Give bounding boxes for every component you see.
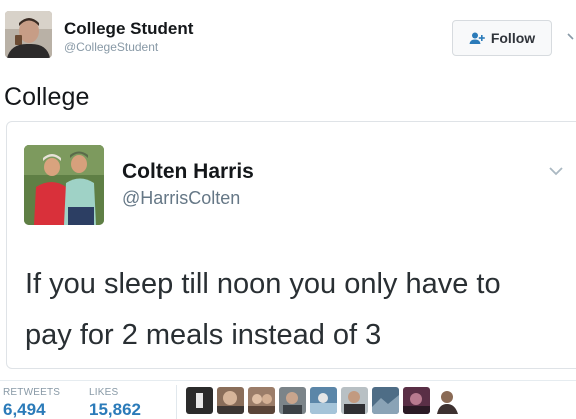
follow-button[interactable]: Follow — [452, 20, 552, 56]
tweet-embed: College Student @CollegeStudent Follow C… — [0, 0, 576, 419]
liker-avatar[interactable] — [403, 387, 430, 414]
likes-count: 15,862 — [89, 400, 141, 419]
quoted-author-handle[interactable]: @HarrisColten — [122, 188, 240, 209]
follow-label: Follow — [490, 30, 536, 46]
liker-avatar[interactable] — [248, 387, 275, 414]
chevron-down-icon[interactable] — [566, 30, 576, 44]
stats-divider — [176, 385, 177, 419]
liker-avatar[interactable] — [310, 387, 337, 414]
liker-avatar[interactable] — [279, 387, 306, 414]
liker-avatar[interactable] — [186, 387, 213, 414]
retweets-label: RETWEETS — [3, 387, 61, 398]
quoted-author-avatar[interactable] — [24, 145, 104, 225]
tweet-text: College — [4, 83, 90, 111]
author-avatar[interactable] — [5, 11, 52, 58]
liker-avatar[interactable] — [341, 387, 368, 414]
liker-avatar[interactable] — [372, 387, 399, 414]
add-user-icon — [469, 32, 485, 44]
quoted-author-name[interactable]: Colten Harris — [122, 160, 254, 184]
chevron-down-icon[interactable] — [548, 165, 564, 177]
liker-avatar[interactable] — [217, 387, 244, 414]
liker-avatar[interactable] — [434, 387, 461, 414]
retweets-count: 6,494 — [3, 400, 46, 419]
person-photo-icon — [5, 11, 52, 58]
quoted-tweet-text: If you sleep till noon you only have to … — [25, 259, 565, 361]
quoted-tweet-line: If you sleep till noon you only have to — [25, 268, 501, 300]
tweet-stats: RETWEETS 6,494 LIKES 15,862 — [0, 380, 576, 419]
author-handle[interactable]: @CollegeStudent — [64, 40, 158, 54]
retweets-stat[interactable]: RETWEETS 6,494 — [3, 387, 60, 419]
two-people-photo-icon — [24, 145, 104, 225]
likes-label: LIKES — [89, 387, 119, 398]
quoted-tweet-card[interactable]: Colten Harris @HarrisColten If you sleep… — [6, 121, 576, 369]
quoted-tweet-line: pay for 2 meals instead of 3 — [25, 319, 382, 351]
author-name[interactable]: College Student — [64, 19, 193, 39]
likes-stat[interactable]: LIKES 15,862 — [89, 387, 141, 419]
